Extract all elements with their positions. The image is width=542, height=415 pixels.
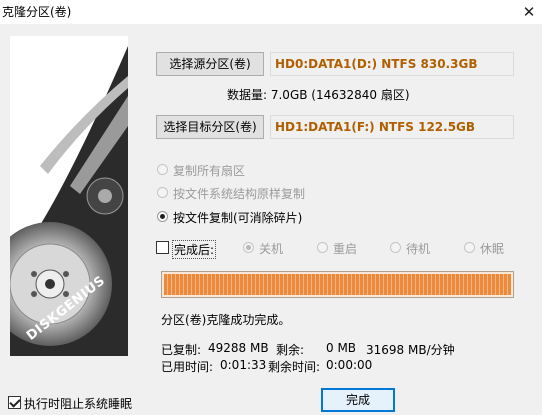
after-option-label: 关机 (259, 242, 284, 256)
progress-fill (164, 274, 511, 295)
copy-speed: 31698 MB/分钟 (366, 343, 455, 357)
copy-mode-label: 复制所有扇区 (173, 164, 246, 178)
radio-icon (390, 242, 401, 253)
done-button[interactable]: 完成 (321, 388, 395, 412)
copy-mode-label: 按文件复制(可消除碎片) (173, 211, 303, 225)
progress-bar (161, 271, 514, 298)
remaining-label: 剩余: (276, 343, 305, 357)
radio-icon (157, 164, 168, 175)
radio-selected-icon (243, 242, 254, 253)
remaining-value: 0 MB (326, 341, 357, 355)
prevent-sleep-checkbox[interactable] (8, 396, 21, 409)
copied-label: 已复制: (161, 343, 202, 357)
copy-mode-label: 按文件系统结构原样复制 (173, 187, 306, 201)
after-option-label: 待机 (406, 242, 431, 256)
close-icon[interactable]: ✕ (518, 1, 540, 23)
radio-icon (317, 242, 328, 253)
prevent-sleep-label: 执行时阻止系统睡眠 (24, 397, 133, 411)
copied-value: 49288 MB (208, 341, 269, 355)
radio-icon (464, 242, 475, 253)
source-partition-field: HD0:DATA1(D:) NTFS 830.3GB (270, 52, 514, 76)
target-partition-field: HD1:DATA1(F:) NTFS 122.5GB (270, 115, 514, 139)
elapsed-value: 0:01:33 (220, 358, 267, 372)
select-target-button[interactable]: 选择目标分区(卷) (156, 115, 264, 139)
disk-illustration: DISKGENIUS (10, 36, 128, 356)
after-option-label: 休眠 (480, 242, 505, 256)
data-size-label: 数据量: 7.0GB (14632840 扇区) (227, 88, 410, 102)
elapsed-label: 已用时间: (161, 360, 214, 374)
time-left-label: 剩余时间: (268, 360, 321, 374)
radio-icon (157, 187, 168, 198)
status-message: 分区(卷)克隆成功完成。 (161, 313, 291, 327)
time-left-value: 0:00:00 (326, 358, 373, 372)
window-title: 克隆分区(卷) (2, 5, 72, 19)
after-option-label: 重启 (333, 242, 358, 256)
after-complete-label: 完成后: (172, 240, 217, 259)
select-source-button[interactable]: 选择源分区(卷) (156, 52, 264, 76)
radio-selected-icon (157, 211, 168, 222)
after-complete-checkbox[interactable] (156, 241, 169, 254)
title-bar (0, 0, 542, 24)
